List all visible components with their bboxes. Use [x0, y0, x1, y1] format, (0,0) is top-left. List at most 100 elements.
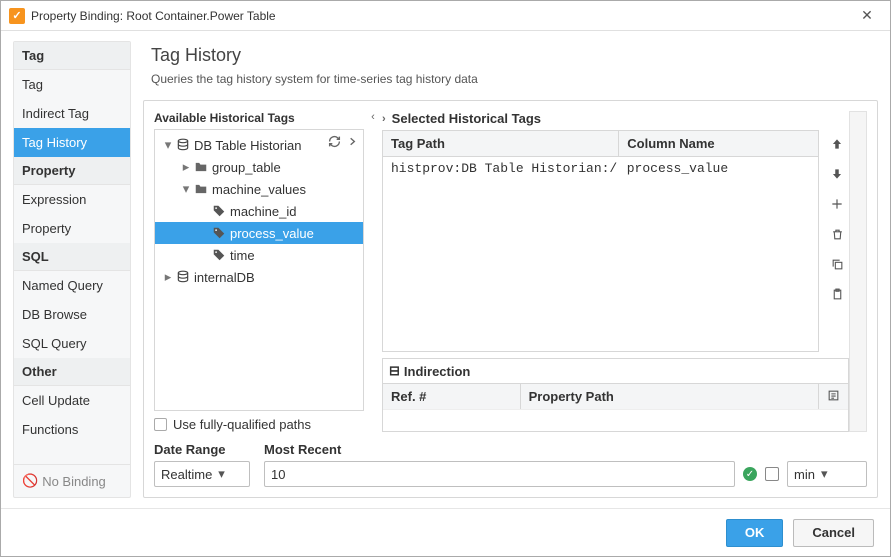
tree-node-label: machine_values	[212, 182, 306, 197]
sidebar-item-functions[interactable]: Functions	[14, 415, 130, 444]
col-property-path[interactable]: Property Path	[521, 384, 819, 409]
unit-value: min	[794, 467, 815, 482]
page-subtitle: Queries the tag history system for time-…	[143, 72, 878, 86]
sidebar-item-db-browse[interactable]: DB Browse	[14, 300, 130, 329]
refresh-icon[interactable]	[327, 134, 341, 148]
selected-tags-table[interactable]: Tag Path Column Name histprov:DB Table H…	[382, 130, 819, 352]
sidebar-item-indirect-tag[interactable]: Indirect Tag	[14, 99, 130, 128]
window-root: ✓ Property Binding: Root Container.Power…	[0, 0, 891, 557]
expand-toggle-icon[interactable]: ▾	[179, 181, 193, 197]
window-body: Tag Tag Indirect Tag Tag History Propert…	[1, 31, 890, 508]
transfer-buttons: ‹	[364, 111, 382, 432]
tree-node[interactable]: ▸ group_table	[155, 156, 363, 178]
tree-node[interactable]: process_value	[155, 222, 363, 244]
move-up-icon[interactable]	[829, 136, 845, 152]
sidebar-group-other: Other	[14, 358, 130, 386]
db-icon	[175, 138, 191, 152]
panel-scrollbar[interactable]	[849, 111, 867, 432]
available-tags-label: Available Historical Tags	[154, 111, 364, 125]
sidebar-group-tag: Tag	[14, 42, 130, 70]
window-title: Property Binding: Root Container.Power T…	[31, 9, 852, 23]
available-tags-tree[interactable]: ▾DB Table Historian▸group_table▾machine_…	[154, 129, 364, 411]
tree-node[interactable]: time	[155, 244, 363, 266]
most-recent-value: 10	[271, 467, 285, 482]
selected-tags-label-text: Selected Historical Tags	[392, 111, 541, 126]
status-ok-icon: ✓	[743, 467, 757, 481]
row-tools	[825, 130, 849, 352]
delete-icon[interactable]	[829, 226, 845, 242]
selected-tags-header: Tag Path Column Name	[383, 131, 818, 157]
sidebar: Tag Tag Indirect Tag Tag History Propert…	[13, 41, 131, 498]
paste-icon[interactable]	[829, 286, 845, 302]
tree-node-label: internalDB	[194, 270, 255, 285]
expand-toggle-icon[interactable]: ▸	[161, 269, 175, 285]
chevron-down-icon: ▾	[821, 466, 828, 482]
expand-toggle-icon[interactable]: ▸	[179, 159, 193, 175]
date-range-col: Date Range Realtime ▾	[154, 442, 250, 487]
cell-column-name[interactable]: process_value	[619, 157, 818, 180]
unit-combo[interactable]: min ▾	[787, 461, 867, 487]
indirection-table-header: Ref. # Property Path	[383, 383, 848, 409]
config-panel: Available Historical Tags	[143, 100, 878, 498]
date-range-combo[interactable]: Realtime ▾	[154, 461, 250, 487]
most-recent-label: Most Recent	[264, 442, 867, 457]
col-column-name[interactable]: Column Name	[619, 131, 818, 156]
cancel-button[interactable]: Cancel	[793, 519, 874, 547]
fully-qualified-checkbox[interactable]	[154, 418, 167, 431]
sidebar-item-tag-history[interactable]: Tag History	[14, 128, 130, 157]
table-row[interactable]: histprov:DB Table Historian:/tabl proces…	[383, 157, 818, 180]
tag-icon	[211, 248, 227, 262]
sidebar-item-sql-query[interactable]: SQL Query	[14, 329, 130, 358]
expand-toggle-icon[interactable]: ▾	[161, 137, 175, 153]
most-recent-input[interactable]: 10	[264, 461, 735, 487]
indirection-label: Indirection	[404, 364, 470, 379]
col-ref-number[interactable]: Ref. #	[383, 384, 521, 409]
copy-icon[interactable]	[829, 256, 845, 272]
tree-node[interactable]: ▸ internalDB	[155, 266, 363, 288]
most-recent-col: Most Recent 10 ✓ min ▾	[264, 442, 867, 487]
ok-label: OK	[745, 525, 765, 540]
add-icon[interactable]	[829, 196, 845, 212]
move-down-icon[interactable]	[829, 166, 845, 182]
selected-tags-label: › Selected Historical Tags	[382, 111, 849, 126]
tree-node-label: time	[230, 248, 255, 263]
sidebar-item-property[interactable]: Property	[14, 214, 130, 243]
tag-icon	[211, 226, 227, 240]
sidebar-group-property: Property	[14, 157, 130, 185]
tree-node[interactable]: ▾ machine_values	[155, 178, 363, 200]
date-range-row: Date Range Realtime ▾ Most Recent 10 ✓	[154, 442, 867, 487]
indirection-link-icon[interactable]	[819, 384, 848, 409]
folder-icon	[193, 182, 209, 196]
selected-tags-body: histprov:DB Table Historian:/tabl proces…	[383, 157, 818, 351]
chevron-down-icon: ▾	[218, 466, 225, 482]
no-binding-label: No Binding	[42, 474, 106, 489]
footer: OK Cancel	[1, 508, 890, 556]
tag-icon	[211, 204, 227, 218]
titlebar: ✓ Property Binding: Root Container.Power…	[1, 1, 890, 31]
indirection-toggle-icon[interactable]: ⊟	[389, 363, 400, 379]
folder-icon	[193, 160, 209, 174]
col-tag-path[interactable]: Tag Path	[383, 131, 619, 156]
fully-qualified-row[interactable]: Use fully-qualified paths	[154, 417, 364, 432]
date-range-value: Realtime	[161, 467, 212, 482]
sidebar-group-sql: SQL	[14, 243, 130, 271]
no-binding-button[interactable]: 🚫 No Binding	[14, 464, 130, 497]
sidebar-item-named-query[interactable]: Named Query	[14, 271, 130, 300]
close-button[interactable]: ✕	[852, 7, 882, 24]
sidebar-item-cell-update[interactable]: Cell Update	[14, 386, 130, 415]
expand-selected-icon[interactable]: ›	[382, 113, 386, 125]
indirection-header[interactable]: ⊟ Indirection	[383, 359, 848, 383]
main-panel: Tag History Queries the tag history syst…	[143, 41, 878, 498]
indirection-body[interactable]	[383, 409, 848, 431]
cell-tag-path[interactable]: histprov:DB Table Historian:/tabl	[383, 157, 619, 180]
collapse-icon[interactable]	[345, 134, 359, 148]
collapse-available-icon[interactable]: ‹	[371, 111, 375, 123]
fully-qualified-label: Use fully-qualified paths	[173, 417, 311, 432]
sidebar-item-expression[interactable]: Expression	[14, 185, 130, 214]
ok-button[interactable]: OK	[726, 519, 784, 547]
tree-tools	[327, 134, 359, 148]
sidebar-item-tag[interactable]: Tag	[14, 70, 130, 99]
tree-node-label: group_table	[212, 160, 281, 175]
property-link-icon[interactable]	[765, 467, 779, 481]
tree-node[interactable]: machine_id	[155, 200, 363, 222]
